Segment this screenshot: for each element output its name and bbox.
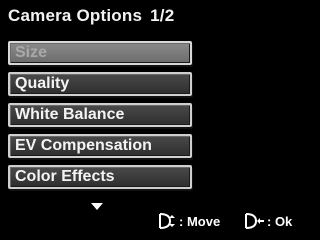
menu-item-label: Color Effects [15,168,115,185]
options-menu: Size Quality White Balance EV Compensati… [8,41,192,196]
ok-hint: : Ok [244,213,292,229]
move-hint: : Move [158,213,220,229]
menu-item-quality[interactable]: Quality [8,72,192,96]
menu-item-label: White Balance [15,106,125,123]
menu-item-ev-compensation[interactable]: EV Compensation [8,134,192,158]
menu-item-color-effects[interactable]: Color Effects [8,165,192,189]
menu-title: Camera Options [8,6,143,25]
page-title: Camera Options 1/2 [8,6,174,26]
menu-item-white-balance[interactable]: White Balance [8,103,192,127]
menu-item-size[interactable]: Size [8,41,192,65]
menu-item-label: EV Compensation [15,137,152,154]
page-indicator: 1/2 [150,6,175,25]
menu-item-label: Quality [15,75,70,92]
ok-label: : Ok [267,213,293,229]
down-arrow-icon[interactable] [91,203,103,210]
move-label: : Move [179,213,221,229]
dpad-updown-icon [159,213,175,229]
dpad-select-icon [245,213,264,229]
menu-item-label: Size [15,44,48,61]
